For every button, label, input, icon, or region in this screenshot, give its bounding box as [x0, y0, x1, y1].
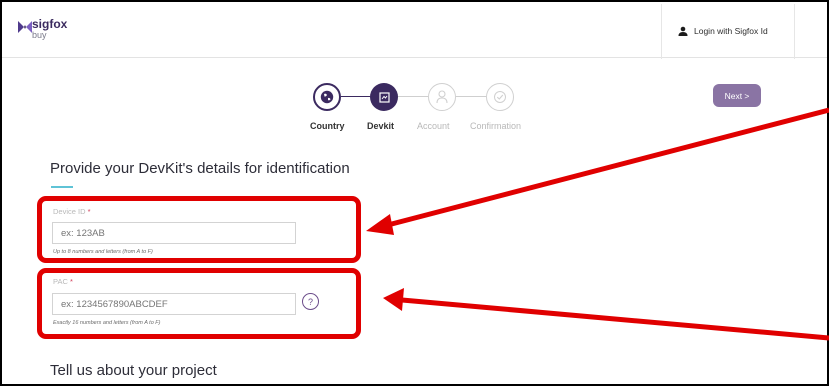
- arrow-line-2: [401, 297, 829, 341]
- arrow-head-2: [383, 288, 404, 311]
- project-section-title: Tell us about your project: [50, 362, 217, 379]
- annotation-arrows: [366, 107, 829, 341]
- arrow-head-1: [366, 214, 394, 235]
- arrow-line-1: [383, 107, 829, 229]
